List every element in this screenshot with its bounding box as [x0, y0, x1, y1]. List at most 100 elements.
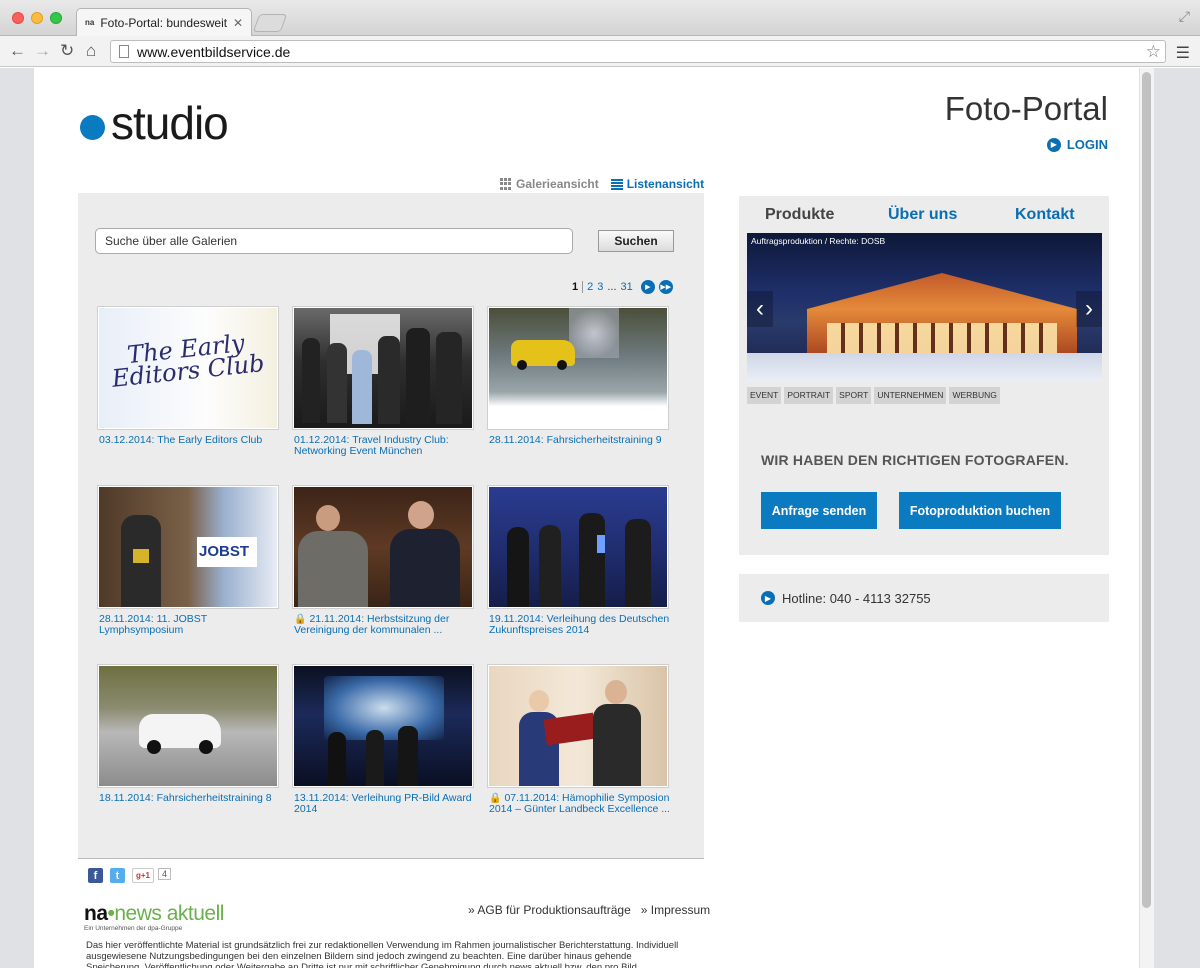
- tab-favicon: na: [85, 18, 95, 27]
- footer-links: » AGB für Produktionsaufträge » Impressu…: [468, 903, 710, 917]
- gplus-icon[interactable]: g+1: [132, 868, 154, 883]
- page-link-3[interactable]: 3: [597, 281, 603, 293]
- page-content: studio Foto-Portal ▶ LOGIN Galerieansich…: [34, 68, 1154, 968]
- play-circle-icon: ▶: [761, 591, 775, 605]
- gallery-item[interactable]: 01.12.2014: Travel Industry Club: Networ…: [292, 306, 476, 457]
- category-tag-portrait[interactable]: PORTRAIT: [784, 387, 834, 404]
- share-bar: f t g+1 4: [78, 858, 704, 894]
- gallery-item[interactable]: 28.11.2014: Fahrsicherheitstraining 9: [487, 306, 671, 446]
- twitter-icon[interactable]: t: [110, 868, 125, 883]
- request-button[interactable]: Anfrage senden: [761, 492, 877, 529]
- forward-icon[interactable]: →: [34, 41, 51, 61]
- disclaimer-text: Das hier veröffentlichte Material ist gr…: [86, 940, 679, 968]
- hotline-text[interactable]: Hotline: 040 - 4113 32755: [782, 591, 931, 606]
- gallery-thumbnail[interactable]: [487, 664, 669, 788]
- category-tag-event[interactable]: EVENT: [747, 387, 782, 404]
- gallery-thumbnail[interactable]: The Early Editors Club: [97, 306, 279, 430]
- facebook-icon[interactable]: f: [88, 868, 103, 883]
- gallery-thumbnail[interactable]: JOBST: [97, 485, 279, 609]
- tab-about[interactable]: Über uns: [888, 206, 957, 224]
- gallery-caption[interactable]: 18.11.2014: Fahrsicherheitstraining 8: [97, 793, 281, 804]
- gallery-caption[interactable]: 01.12.2014: Travel Industry Club: Networ…: [292, 435, 476, 457]
- gallery-thumbnail[interactable]: [292, 306, 474, 430]
- page-icon: [119, 45, 129, 58]
- browser-titlebar: na Foto-Portal: bundesweit Fo ✕ ⤢: [0, 0, 1200, 36]
- logo-text: studio: [111, 97, 229, 149]
- browser-menu-icon[interactable]: ☰: [1176, 43, 1190, 63]
- slider-prev-icon[interactable]: ‹: [747, 291, 773, 327]
- bookmark-star-icon[interactable]: ☆: [1146, 42, 1161, 62]
- url-text[interactable]: www.eventbildservice.de: [137, 44, 1146, 60]
- tab-products[interactable]: Produkte: [765, 206, 834, 224]
- scrollbar-thumb[interactable]: [1142, 72, 1151, 908]
- gallery-caption[interactable]: 19.11.2014: Verleihung des Deutschen Zuk…: [487, 614, 671, 636]
- studio-logo[interactable]: studio: [80, 96, 229, 150]
- search-input[interactable]: [95, 228, 573, 254]
- browser-toolbar: ← → ↻ ⌂ www.eventbildservice.de ☆ ☰: [0, 36, 1200, 67]
- gallery-panel: Suchen 1 2 3 ... 31 ▶ ▶▶ The Early Edito…: [78, 193, 704, 879]
- gallery-caption[interactable]: 03.12.2014: The Early Editors Club: [97, 435, 281, 446]
- slider-caption: Auftragsproduktion / Rechte: DOSB: [751, 236, 886, 246]
- agb-link[interactable]: » AGB für Produktionsaufträge: [468, 903, 631, 917]
- maximize-window-button[interactable]: [50, 12, 62, 24]
- gallery-item[interactable]: 19.11.2014: Verleihung des Deutschen Zuk…: [487, 485, 671, 636]
- login-label: LOGIN: [1066, 137, 1108, 152]
- thumb-caption-text: The Early Editors Club: [110, 328, 266, 393]
- logo-dot: [80, 114, 105, 140]
- gallery-item[interactable]: JOBST 28.11.2014: 11. JOBST Lymphsymposi…: [97, 485, 281, 636]
- slider-next-icon[interactable]: ›: [1076, 291, 1102, 327]
- gallery-thumbnail[interactable]: [487, 306, 669, 430]
- gallery-item[interactable]: The Early Editors Club 03.12.2014: The E…: [97, 306, 281, 446]
- category-tag-sport[interactable]: SPORT: [836, 387, 872, 404]
- minimize-window-button[interactable]: [31, 12, 43, 24]
- right-nav: Produkte Über uns Kontakt: [739, 206, 1109, 226]
- gallery-item[interactable]: 18.11.2014: Fahrsicherheitstraining 8: [97, 664, 281, 804]
- gallery-view-button[interactable]: Galerieansicht: [500, 177, 599, 191]
- gallery-caption[interactable]: 13.11.2014: Verleihung PR-Bild Award 201…: [292, 793, 476, 815]
- scrollbar[interactable]: [1139, 68, 1154, 968]
- gallery-thumbnail[interactable]: [487, 485, 669, 609]
- back-icon[interactable]: ←: [9, 41, 26, 61]
- home-icon[interactable]: ⌂: [86, 41, 96, 61]
- gallery-caption[interactable]: 28.11.2014: 11. JOBST Lymphsymposium: [97, 614, 281, 636]
- next-page-icon[interactable]: ▶: [640, 280, 655, 294]
- search-button[interactable]: Suchen: [598, 230, 674, 252]
- reload-icon[interactable]: ↻: [60, 41, 74, 61]
- gallery-caption[interactable]: 🔒 07.11.2014: Hämophilie Symposion 2014 –…: [487, 793, 671, 815]
- category-tags: EVENT PORTRAIT SPORT UNTERNEHMEN WERBUNG: [747, 387, 1000, 404]
- list-view-label: Listenansicht: [626, 177, 705, 191]
- fullscreen-icon[interactable]: ⤢: [1179, 8, 1190, 25]
- gallery-thumbnail[interactable]: [292, 485, 474, 609]
- browser-tab[interactable]: na Foto-Portal: bundesweit Fo ✕: [76, 8, 252, 36]
- close-window-button[interactable]: [12, 12, 24, 24]
- image-slider[interactable]: Auftragsproduktion / Rechte: DOSB ‹ ›: [747, 233, 1102, 381]
- gallery-caption[interactable]: 28.11.2014: Fahrsicherheitstraining 9: [487, 435, 671, 446]
- page-link-2[interactable]: 2: [587, 281, 593, 293]
- na-brand: news aktuell: [114, 902, 224, 925]
- gallery-caption[interactable]: 🔒 21.11.2014: Herbstsitzung der Vereinigu…: [292, 614, 476, 636]
- gallery-item[interactable]: 🔒 07.11.2014: Hämophilie Symposion 2014 –…: [487, 664, 671, 815]
- gallery-thumbnail[interactable]: [292, 664, 474, 788]
- new-tab-button[interactable]: [252, 14, 288, 32]
- gallery-item[interactable]: 13.11.2014: Verleihung PR-Bild Award 201…: [292, 664, 476, 815]
- impressum-link[interactable]: » Impressum: [641, 903, 710, 917]
- page-separator: [582, 281, 584, 293]
- portal-title: Foto-Portal: [944, 90, 1108, 127]
- tab-close-icon[interactable]: ✕: [233, 16, 243, 30]
- news-aktuell-logo[interactable]: na•news aktuell Ein Unternehmen der dpa-…: [84, 902, 224, 932]
- info-box: Produkte Über uns Kontakt Auftragsproduk…: [739, 196, 1109, 555]
- tab-title: Foto-Portal: bundesweit Fo: [100, 15, 227, 30]
- gallery-thumbnail[interactable]: [97, 664, 279, 788]
- gallery-item[interactable]: 🔒 21.11.2014: Herbstsitzung der Vereinigu…: [292, 485, 476, 636]
- address-bar[interactable]: www.eventbildservice.de ☆: [110, 40, 1166, 63]
- list-view-button[interactable]: Listenansicht: [610, 177, 705, 191]
- category-tag-werbung[interactable]: WERBUNG: [949, 387, 1000, 404]
- tab-contact[interactable]: Kontakt: [1015, 206, 1075, 224]
- hotline-box: ▶ Hotline: 040 - 4113 32755: [739, 574, 1109, 622]
- book-production-button[interactable]: Fotoproduktion buchen: [899, 492, 1061, 529]
- last-page-icon[interactable]: ▶▶: [658, 280, 673, 294]
- category-tag-unternehmen[interactable]: UNTERNEHMEN: [874, 387, 947, 404]
- page-link-last[interactable]: 31: [621, 281, 633, 293]
- gplus-count: 4: [158, 868, 172, 880]
- login-link[interactable]: ▶ LOGIN: [1046, 137, 1108, 152]
